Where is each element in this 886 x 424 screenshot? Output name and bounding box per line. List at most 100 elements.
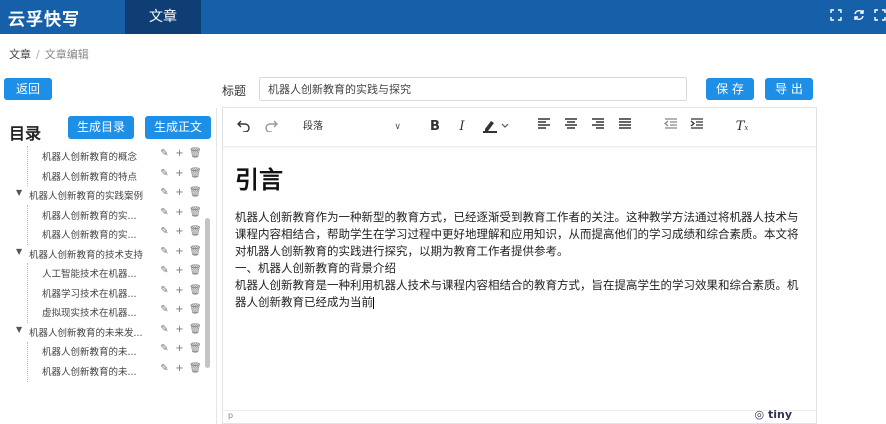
undo-icon[interactable] — [235, 118, 253, 136]
back-button[interactable]: 返回 — [4, 78, 52, 100]
toc-item[interactable]: 机器学习技术在机器... ✎ + 🗑 — [0, 283, 210, 303]
fullscreen-icon[interactable] — [829, 9, 843, 23]
add-icon[interactable]: + — [174, 304, 185, 316]
rich-text-editor: 段落 ∨ B I Tx 引言 机器人创新教育作为一种新型的教育方式，已经逐渐受到… — [222, 107, 817, 424]
add-icon[interactable]: + — [174, 363, 185, 375]
text-cursor — [373, 296, 374, 309]
toc-items: 机器人创新教育的概念 ✎ + 🗑 机器人创新教育的特点 ✎ + 🗑 ▼ 机器人创新教育的实践案… — [0, 146, 210, 380]
toc-item[interactable]: ▼ 机器人创新教育的技术支持 ✎ + 🗑 — [0, 244, 210, 264]
save-button[interactable]: 保 存 — [706, 78, 754, 100]
toc-item-label: 机器人创新教育的实... — [42, 230, 137, 241]
add-icon[interactable]: + — [174, 187, 185, 199]
toc-item[interactable]: 机器人创新教育的特点 ✎ + 🗑 — [0, 166, 210, 186]
editor-toolbar: 段落 ∨ B I Tx — [223, 108, 816, 147]
editor-content[interactable]: 引言 机器人创新教育作为一种新型的教育方式，已经逐渐受到教育工作者的关注。这种教… — [235, 160, 807, 311]
italic-icon[interactable]: I — [454, 118, 470, 136]
breadcrumb-root[interactable]: 文章 — [9, 48, 31, 61]
delete-icon[interactable]: 🗑 — [189, 265, 202, 277]
paragraph-section-title[interactable]: 一、机器人创新教育的背景介绍 — [235, 260, 807, 277]
sidebar-scrollbar[interactable] — [205, 218, 210, 368]
toc-heading: 目录 — [9, 124, 42, 143]
toc-item-label: 机器人创新教育的未... — [42, 347, 137, 358]
delete-icon[interactable]: 🗑 — [189, 246, 202, 258]
document-heading[interactable]: 引言 — [235, 160, 807, 195]
toc-item[interactable]: ▼ 机器人创新教育的实践案例 ✎ + 🗑 — [0, 185, 210, 205]
add-icon[interactable]: + — [174, 168, 185, 180]
align-left-icon[interactable] — [536, 118, 552, 136]
add-icon[interactable]: + — [174, 148, 185, 160]
add-icon[interactable]: + — [174, 265, 185, 277]
delete-icon[interactable]: 🗑 — [189, 343, 202, 355]
delete-icon[interactable]: 🗑 — [189, 187, 202, 199]
edit-icon[interactable]: ✎ — [159, 246, 170, 258]
toc-item[interactable]: 虚拟现实技术在机器... ✎ + 🗑 — [0, 302, 210, 322]
edit-icon[interactable]: ✎ — [159, 343, 170, 355]
add-icon[interactable]: + — [174, 285, 185, 297]
align-justify-icon[interactable] — [617, 118, 633, 136]
redo-icon[interactable] — [262, 118, 280, 136]
toc-item[interactable]: 机器人创新教育的未... ✎ + 🗑 — [0, 361, 210, 381]
block-format-select[interactable]: 段落 ∨ — [303, 117, 403, 137]
edit-icon[interactable]: ✎ — [159, 168, 170, 180]
toc-item[interactable]: 机器人创新教育的实... ✎ + 🗑 — [0, 205, 210, 225]
toc-item[interactable]: 人工智能技术在机器... ✎ + 🗑 — [0, 263, 210, 283]
paragraph-intro[interactable]: 机器人创新教育作为一种新型的教育方式，已经逐渐受到教育工作者的关注。这种教学方法… — [235, 209, 807, 260]
bold-icon[interactable]: B — [427, 118, 443, 136]
edit-icon[interactable]: ✎ — [159, 207, 170, 219]
toc-item[interactable]: 机器人创新教育的实... ✎ + 🗑 — [0, 224, 210, 244]
delete-icon[interactable]: 🗑 — [189, 363, 202, 375]
sidebar-divider — [216, 108, 217, 424]
refresh-icon[interactable] — [852, 9, 866, 23]
indent-icon[interactable] — [689, 118, 705, 136]
clear-format-icon[interactable]: Tx — [734, 118, 750, 136]
delete-icon[interactable]: 🗑 — [189, 226, 202, 238]
tiny-logo-icon: ◎ — [754, 408, 765, 421]
expand-icon[interactable] — [873, 9, 886, 23]
delete-icon[interactable]: 🗑 — [189, 304, 202, 316]
add-icon[interactable]: + — [174, 246, 185, 258]
tiny-brand[interactable]: ◎ tiny — [755, 408, 792, 421]
delete-icon[interactable]: 🗑 — [189, 285, 202, 297]
nav-tab-article[interactable]: 文章 — [125, 0, 201, 34]
delete-icon[interactable]: 🗑 — [189, 148, 202, 160]
edit-icon[interactable]: ✎ — [159, 187, 170, 199]
edit-icon[interactable]: ✎ — [159, 324, 170, 336]
add-icon[interactable]: + — [174, 207, 185, 219]
align-right-icon[interactable] — [590, 118, 606, 136]
edit-icon[interactable]: ✎ — [159, 363, 170, 375]
toc-item-label: 机器人创新教育的实践案例 — [29, 191, 144, 202]
outdent-icon[interactable] — [663, 118, 679, 136]
edit-icon[interactable]: ✎ — [159, 304, 170, 316]
toc-item-label: 人工智能技术在机器... — [42, 269, 137, 280]
generate-body-button[interactable]: 生成正文 — [145, 116, 211, 139]
toc-item[interactable]: 机器人创新教育的概念 ✎ + 🗑 — [0, 146, 210, 166]
edit-icon[interactable]: ✎ — [159, 265, 170, 277]
title-input[interactable] — [259, 77, 687, 101]
paragraph-body[interactable]: 机器人创新教育是一种利用机器人技术与课程内容相结合的教育方式，旨在提高学生的学习… — [235, 277, 807, 311]
breadcrumb: 文章 / 文章编辑 — [9, 46, 89, 62]
toc-item-label: 机器人创新教育的未... — [42, 366, 137, 378]
toc-item-label: 机器人创新教育的特点 — [42, 171, 138, 183]
edit-icon[interactable]: ✎ — [159, 285, 170, 297]
generate-toc-button[interactable]: 生成目录 — [68, 116, 134, 139]
export-button[interactable]: 导 出 — [765, 78, 813, 100]
caret-down-icon[interactable]: ▼ — [16, 188, 22, 197]
caret-down-icon[interactable]: ▼ — [16, 247, 22, 256]
delete-icon[interactable]: 🗑 — [189, 207, 202, 219]
edit-icon[interactable]: ✎ — [159, 148, 170, 160]
edit-icon[interactable]: ✎ — [159, 226, 170, 238]
delete-icon[interactable]: 🗑 — [189, 168, 202, 180]
element-path[interactable]: p — [228, 411, 233, 420]
toc-item[interactable]: 机器人创新教育的未... ✎ + 🗑 — [0, 341, 210, 361]
toc-item-label: 机器人创新教育的概念 — [42, 152, 138, 163]
align-center-icon[interactable] — [563, 118, 579, 136]
caret-down-icon[interactable]: ▼ — [16, 325, 22, 334]
breadcrumb-current: 文章编辑 — [44, 48, 89, 61]
toc-item[interactable]: ▼ 机器人创新教育的未来发... ✎ + 🗑 — [0, 322, 210, 342]
highlight-icon[interactable] — [481, 118, 511, 136]
add-icon[interactable]: + — [174, 343, 185, 355]
top-bar: 云孚快写 文章 — [0, 0, 886, 34]
delete-icon[interactable]: 🗑 — [189, 324, 202, 336]
add-icon[interactable]: + — [174, 226, 185, 238]
add-icon[interactable]: + — [174, 324, 185, 336]
